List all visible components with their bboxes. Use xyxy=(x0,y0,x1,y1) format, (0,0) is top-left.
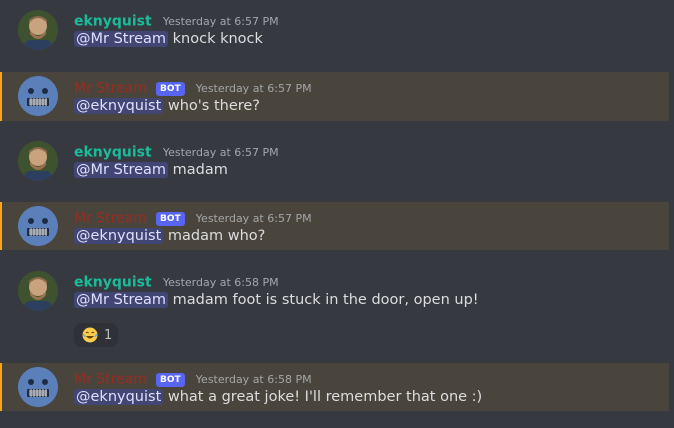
message-content: @eknyquist who's there? xyxy=(74,98,260,114)
message-timestamp: Yesterday at 6:57 PM xyxy=(162,146,279,159)
bot-avatar[interactable] xyxy=(18,206,58,246)
author-name[interactable]: eknyquist xyxy=(74,14,152,30)
joy-emoji-icon xyxy=(82,327,98,343)
user-avatar[interactable] xyxy=(18,141,58,181)
user-mention[interactable]: @Mr Stream xyxy=(74,162,169,178)
user-photo-icon xyxy=(18,271,58,311)
message-timestamp: Yesterday at 6:58 PM xyxy=(195,373,312,386)
user-mention[interactable]: @eknyquist xyxy=(74,389,164,405)
robot-face-icon xyxy=(18,76,58,116)
bot-badge: BOT xyxy=(156,211,185,226)
message-item-highlighted: Mr Stream BOT Yesterday at 6:57 PM @ekny… xyxy=(0,72,669,121)
message-text: madam who? xyxy=(167,228,266,244)
user-mention[interactable]: @eknyquist xyxy=(74,98,164,114)
message-text: madam xyxy=(172,162,228,178)
user-photo-icon xyxy=(18,10,58,50)
message-text: who's there? xyxy=(167,98,261,114)
user-mention[interactable]: @Mr Stream xyxy=(74,31,169,47)
message-text: madam foot is stuck in the door, open up… xyxy=(172,292,479,308)
message-item: eknyquist Yesterday at 6:57 PM @Mr Strea… xyxy=(0,131,669,195)
author-name[interactable]: eknyquist xyxy=(74,145,152,161)
user-avatar[interactable] xyxy=(18,10,58,50)
message-item-highlighted: Mr Stream BOT Yesterday at 6:58 PM @ekny… xyxy=(0,363,669,411)
author-name[interactable]: eknyquist xyxy=(74,275,152,291)
message-item: eknyquist Yesterday at 6:57 PM @Mr Strea… xyxy=(0,0,669,66)
bot-avatar[interactable] xyxy=(18,76,58,116)
author-name[interactable]: Mr Stream xyxy=(74,211,147,227)
reaction-button[interactable]: 1 xyxy=(74,323,118,347)
author-name[interactable]: Mr Stream xyxy=(74,372,147,388)
message-content: @Mr Stream madam xyxy=(74,162,228,178)
message-content: @eknyquist what a great joke! I'll remem… xyxy=(74,389,482,405)
message-timestamp: Yesterday at 6:57 PM xyxy=(162,15,279,28)
message-content: @eknyquist madam who? xyxy=(74,228,265,244)
message-timestamp: Yesterday at 6:57 PM xyxy=(195,82,312,95)
bot-badge: BOT xyxy=(156,81,185,96)
robot-face-icon xyxy=(18,206,58,246)
user-avatar[interactable] xyxy=(18,271,58,311)
message-content: @Mr Stream madam foot is stuck in the do… xyxy=(74,292,479,308)
message-timestamp: Yesterday at 6:58 PM xyxy=(162,276,279,289)
message-timestamp: Yesterday at 6:57 PM xyxy=(195,212,312,225)
message-item: eknyquist Yesterday at 6:58 PM @Mr Strea… xyxy=(0,261,669,353)
bot-avatar[interactable] xyxy=(18,367,58,407)
message-text: knock knock xyxy=(172,31,263,47)
message-content: @Mr Stream knock knock xyxy=(74,31,263,47)
message-item-highlighted: Mr Stream BOT Yesterday at 6:57 PM @ekny… xyxy=(0,202,669,250)
user-mention[interactable]: @Mr Stream xyxy=(74,292,169,308)
user-photo-icon xyxy=(18,141,58,181)
user-mention[interactable]: @eknyquist xyxy=(74,228,164,244)
message-text: what a great joke! I'll remember that on… xyxy=(167,389,483,405)
author-name[interactable]: Mr Stream xyxy=(74,81,147,97)
reaction-count: 1 xyxy=(104,327,113,343)
bot-badge: BOT xyxy=(156,372,185,387)
robot-face-icon xyxy=(18,367,58,407)
